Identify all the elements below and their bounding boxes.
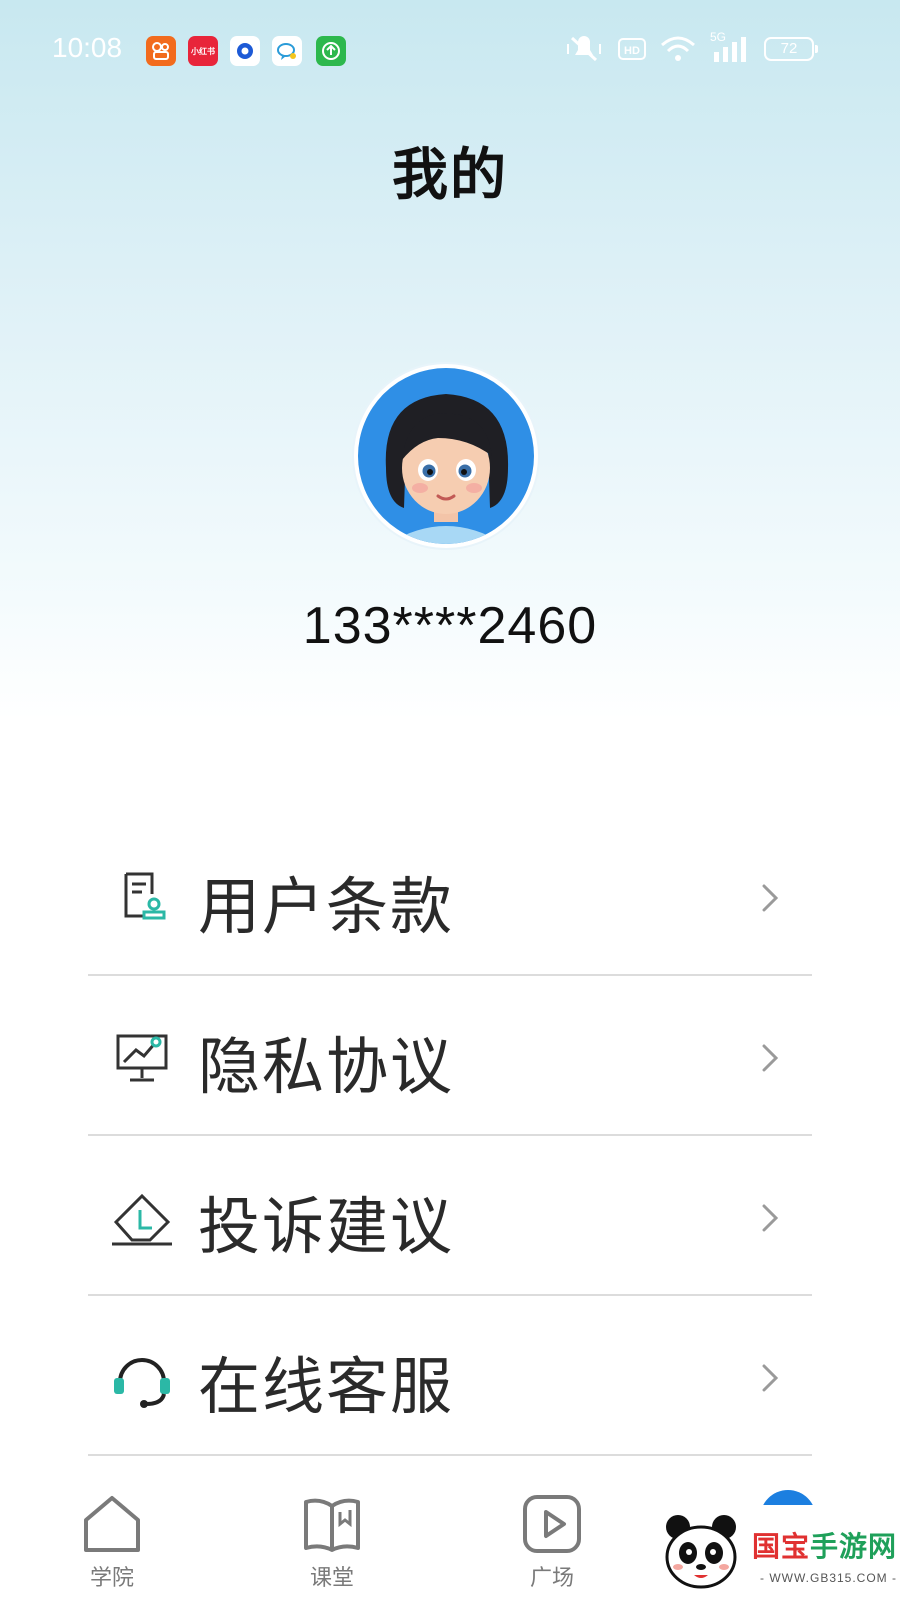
tab-label: 广场: [529, 1566, 574, 1591]
chevron-right-icon: [762, 884, 779, 912]
complaint-envelope-icon: [112, 1193, 172, 1246]
menu-item-label: 在线客服: [198, 1350, 455, 1423]
xiaohongshu-icon-text: 小红书: [191, 46, 215, 56]
watermark-url: - WWW.GB315.COM -: [760, 1571, 897, 1585]
kuaishou-icon: [146, 36, 176, 66]
book-icon: [304, 1498, 360, 1552]
tab-label: 学院: [89, 1566, 134, 1591]
watermark-brand: 国宝手游网: [752, 1525, 897, 1565]
menu-item-privacy[interactable]: 隐私协议: [88, 976, 812, 1136]
page-title: 我的: [392, 143, 508, 208]
chat-icon: [272, 36, 302, 66]
watermark-brand-suffix: 手游网: [810, 1530, 898, 1563]
status-right-group: HD 5G 72: [564, 30, 818, 64]
wifi-icon: [661, 36, 695, 61]
watermark-brand-prefix: 国宝: [752, 1530, 811, 1563]
menu-item-label: 投诉建议: [198, 1190, 455, 1263]
watermark: 国宝手游网 - WWW.GB315.COM -: [648, 1505, 900, 1600]
xiaohongshu-icon: 小红书: [188, 36, 218, 66]
home-icon: [84, 1496, 140, 1552]
tab-classroom[interactable]: 课堂: [272, 1490, 392, 1600]
signal-group: 5G: [710, 30, 750, 64]
tab-plaza[interactable]: 广场: [492, 1490, 612, 1600]
chevron-right-icon: [762, 1364, 779, 1392]
hd-icon: HD: [618, 38, 646, 60]
panda-logo-icon: [665, 1515, 737, 1589]
menu-item-complaint[interactable]: 投诉建议: [88, 1136, 812, 1296]
headset-icon: [114, 1358, 170, 1408]
chevron-right-icon: [762, 1044, 779, 1072]
play-icon: [523, 1495, 581, 1553]
privacy-chart-icon: [116, 1034, 168, 1082]
avatar[interactable]: [354, 364, 538, 548]
svg-text:HD: HD: [624, 45, 640, 57]
menu-item-user-terms[interactable]: 用户条款: [88, 816, 812, 976]
chevron-right-icon: [762, 1204, 779, 1232]
status-bar: 10:08 小红书 HD 5G 72: [0, 0, 900, 100]
tab-label: 课堂: [309, 1566, 354, 1591]
user-phone: 133****2460: [302, 597, 598, 655]
upload-icon: [316, 36, 346, 66]
menu-list: 用户条款 隐私协议 投诉建议 在线客服: [88, 816, 812, 1456]
browser-icon: [230, 36, 260, 66]
battery-indicator: 72: [764, 37, 818, 61]
signal-icon: [714, 37, 746, 62]
menu-item-label: 用户条款: [198, 870, 455, 943]
status-time: 10:08: [52, 32, 123, 63]
tab-academy[interactable]: 学院: [52, 1490, 172, 1600]
avatar-girl-icon: [358, 368, 534, 544]
menu-item-label: 隐私协议: [198, 1030, 455, 1103]
mute-vibrate-icon: [567, 36, 601, 62]
menu-item-customer-service[interactable]: 在线客服: [88, 1296, 812, 1456]
user-terms-icon: [124, 872, 166, 920]
